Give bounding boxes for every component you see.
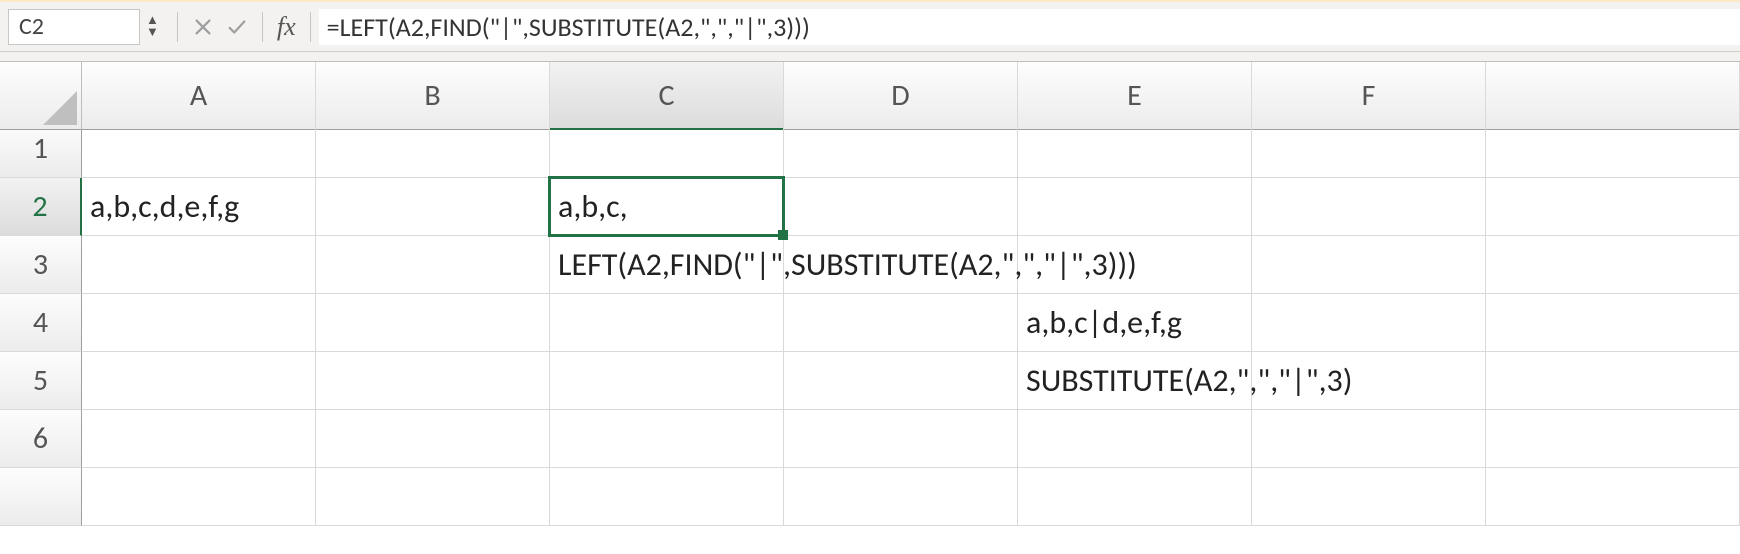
cell-F3[interactable]: [1252, 236, 1486, 294]
row-header-3[interactable]: 3: [0, 236, 82, 294]
row-header-6[interactable]: 6: [0, 410, 82, 468]
cell-value: a,b,c,d,e,f,g: [90, 187, 239, 226]
stepper-down-icon[interactable]: ▼: [146, 27, 159, 39]
name-box[interactable]: C2: [8, 9, 140, 45]
cell-E5[interactable]: SUBSTITUTE(A2,",","|",3): [1018, 352, 1252, 410]
cell-F7[interactable]: [1252, 468, 1486, 526]
cell-B2[interactable]: [316, 178, 550, 236]
row-header-5[interactable]: 5: [0, 352, 82, 410]
cell-E4[interactable]: a,b,c|d,e,f,g: [1018, 294, 1252, 352]
cell-extra-5[interactable]: [1486, 352, 1740, 410]
cell-D1[interactable]: [784, 120, 1018, 178]
divider: [177, 12, 178, 42]
name-box-value: C2: [19, 12, 44, 41]
cell-B1[interactable]: [316, 120, 550, 178]
cell-C6[interactable]: [550, 410, 784, 468]
cell-value: a,b,c,: [558, 187, 628, 226]
cell-E1[interactable]: [1018, 120, 1252, 178]
spreadsheet-grid[interactable]: A B C D E F 1 2 a,b,c,d,e,f,g a,b,c, 3 L…: [0, 62, 1740, 526]
divider: [262, 12, 263, 42]
cell-E6[interactable]: [1018, 410, 1252, 468]
cell-E2[interactable]: [1018, 178, 1252, 236]
cell-value: LEFT(A2,FIND("|",SUBSTITUTE(A2,",","|",3…: [558, 245, 1137, 284]
formula-text: =LEFT(A2,FIND("|",SUBSTITUTE(A2,",","|",…: [327, 11, 810, 43]
select-all-corner[interactable]: [0, 62, 82, 130]
cell-D6[interactable]: [784, 410, 1018, 468]
confirm-button[interactable]: [220, 10, 254, 44]
cell-extra-2[interactable]: [1486, 178, 1740, 236]
confirm-icon: [226, 16, 248, 38]
cell-value: SUBSTITUTE(A2,",","|",3): [1026, 361, 1352, 400]
cell-B6[interactable]: [316, 410, 550, 468]
cell-value: a,b,c|d,e,f,g: [1026, 303, 1182, 342]
cell-D7[interactable]: [784, 468, 1018, 526]
cell-D5[interactable]: [784, 352, 1018, 410]
name-box-stepper[interactable]: ▲ ▼: [146, 9, 159, 45]
cell-C3[interactable]: LEFT(A2,FIND("|",SUBSTITUTE(A2,",","|",3…: [550, 236, 784, 294]
cell-F4[interactable]: [1252, 294, 1486, 352]
cell-C4[interactable]: [550, 294, 784, 352]
cell-A6[interactable]: [82, 410, 316, 468]
formula-bar: C2 ▲ ▼ fx =LEFT(A2,FIND("|",SUBSTITUTE(A…: [0, 0, 1740, 52]
cell-C5[interactable]: [550, 352, 784, 410]
cell-A3[interactable]: [82, 236, 316, 294]
cell-A1[interactable]: [82, 120, 316, 178]
cell-extra-7[interactable]: [1486, 468, 1740, 526]
row-header-2[interactable]: 2: [0, 178, 82, 236]
cell-A7[interactable]: [82, 468, 316, 526]
cell-C7[interactable]: [550, 468, 784, 526]
cell-D2[interactable]: [784, 178, 1018, 236]
cell-B3[interactable]: [316, 236, 550, 294]
cell-F6[interactable]: [1252, 410, 1486, 468]
fx-label[interactable]: fx: [277, 12, 296, 42]
cell-extra-1[interactable]: [1486, 120, 1740, 178]
cell-C1[interactable]: [550, 120, 784, 178]
divider: [310, 12, 311, 42]
cancel-button[interactable]: [186, 10, 220, 44]
cell-C2[interactable]: a,b,c,: [550, 178, 784, 236]
sheet-top-border: [0, 52, 1740, 62]
cell-extra-6[interactable]: [1486, 410, 1740, 468]
cell-E7[interactable]: [1018, 468, 1252, 526]
cell-D4[interactable]: [784, 294, 1018, 352]
cell-B5[interactable]: [316, 352, 550, 410]
row-header-4[interactable]: 4: [0, 294, 82, 352]
cell-A2[interactable]: a,b,c,d,e,f,g: [82, 178, 316, 236]
formula-input[interactable]: =LEFT(A2,FIND("|",SUBSTITUTE(A2,",","|",…: [319, 9, 1740, 45]
row-header-7[interactable]: [0, 468, 82, 526]
cancel-icon: [192, 16, 214, 38]
cell-extra-4[interactable]: [1486, 294, 1740, 352]
cell-A4[interactable]: [82, 294, 316, 352]
cell-B4[interactable]: [316, 294, 550, 352]
cell-A5[interactable]: [82, 352, 316, 410]
cell-extra-3[interactable]: [1486, 236, 1740, 294]
cell-F2[interactable]: [1252, 178, 1486, 236]
cell-B7[interactable]: [316, 468, 550, 526]
cell-F1[interactable]: [1252, 120, 1486, 178]
